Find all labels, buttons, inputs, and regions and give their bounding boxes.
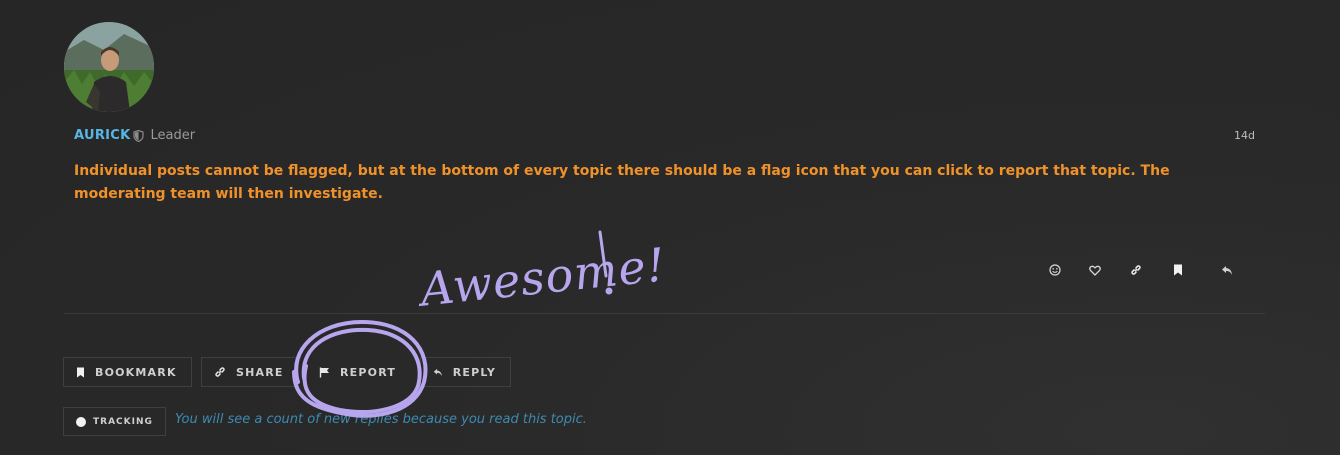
avatar[interactable] xyxy=(64,22,154,112)
tracking-button[interactable]: TRACKING xyxy=(63,407,166,436)
bookmark-icon[interactable] xyxy=(1170,262,1186,278)
bookmark-button[interactable]: BOOKMARK xyxy=(63,357,192,387)
share-button-label: SHARE xyxy=(236,365,284,379)
heart-icon[interactable] xyxy=(1087,262,1103,278)
bookmark-icon xyxy=(77,367,84,377)
reply-icon xyxy=(433,368,442,376)
post-meta: AURICK Leader xyxy=(74,128,195,143)
divider xyxy=(64,313,1265,314)
smile-icon[interactable] xyxy=(1047,262,1063,278)
reply-icon[interactable] xyxy=(1219,262,1235,278)
flag-icon xyxy=(319,367,329,377)
shield-icon xyxy=(133,129,145,142)
tracking-description: You will see a count of new replies beca… xyxy=(175,412,587,427)
link-icon[interactable] xyxy=(1128,262,1144,278)
bookmark-button-label: BOOKMARK xyxy=(95,365,177,379)
report-button[interactable]: REPORT xyxy=(306,357,411,387)
tracking-label: TRACKING xyxy=(93,416,153,427)
user-title: Leader xyxy=(150,128,196,143)
post-body: Individual posts cannot be flagged, but … xyxy=(74,163,1170,202)
link-icon xyxy=(215,367,225,377)
share-button[interactable]: SHARE xyxy=(201,357,299,387)
report-button-label: REPORT xyxy=(340,365,397,379)
username[interactable]: AURICK xyxy=(74,128,130,143)
tracking-dot-icon xyxy=(76,416,86,427)
reply-button[interactable]: REPLY xyxy=(420,357,511,387)
annotation-text: Awesome! xyxy=(417,237,669,317)
post-date[interactable]: 14d xyxy=(1234,129,1255,142)
reply-button-label: REPLY xyxy=(452,365,496,379)
